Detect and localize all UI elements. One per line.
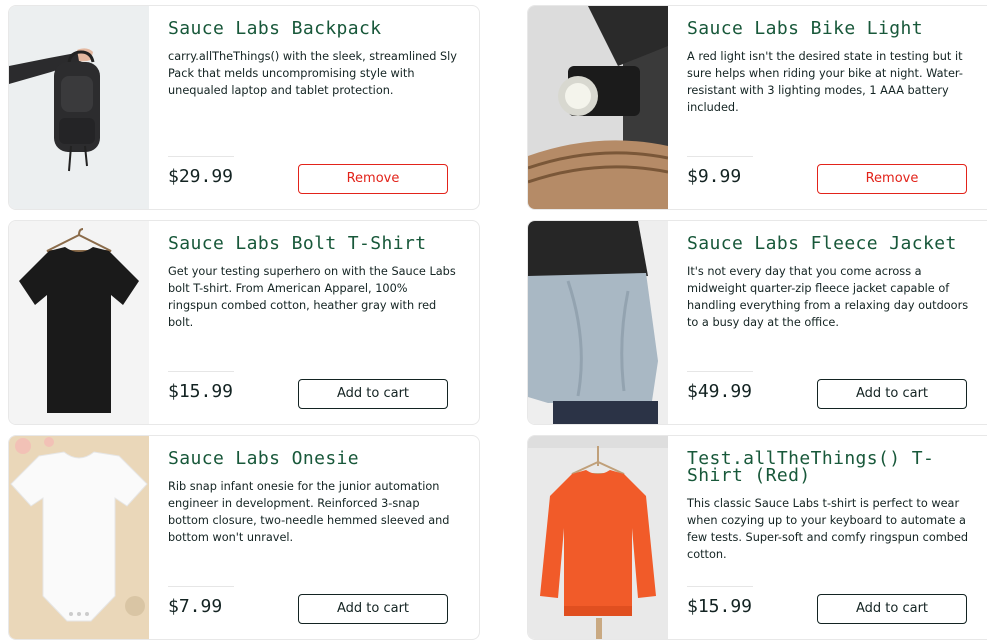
product-card-bike-light: Sauce Labs Bike Light A red light isn't … (527, 5, 987, 210)
product-image-link[interactable] (9, 6, 149, 209)
red-sweatshirt-image (528, 436, 668, 639)
product-image-link[interactable] (528, 6, 668, 209)
divider (168, 156, 234, 157)
fleece-jacket-image (528, 221, 668, 424)
backpack-image (9, 6, 149, 209)
product-description: It's not every day that you come across … (687, 265, 969, 329)
divider (168, 371, 234, 372)
add-to-cart-button[interactable]: Add to cart (817, 379, 967, 409)
remove-button[interactable]: Remove (817, 164, 967, 194)
product-description: carry.allTheThings() with the sleek, str… (168, 50, 457, 97)
product-title[interactable]: Test.allTheThings() T-Shirt (Red) (687, 450, 986, 485)
product-title[interactable]: Sauce Labs Onesie (168, 450, 467, 468)
product-card-backpack: Sauce Labs Backpack carry.allTheThings()… (8, 5, 480, 210)
product-price: $7.99 (168, 596, 223, 617)
product-image-link[interactable] (9, 221, 149, 424)
product-price: $49.99 (687, 381, 753, 402)
product-price: $9.99 (687, 166, 742, 187)
product-image-link[interactable] (9, 436, 149, 639)
product-title[interactable]: Sauce Labs Backpack (168, 20, 467, 38)
divider (687, 371, 753, 372)
product-description: A red light isn't the desired state in t… (687, 50, 963, 114)
add-to-cart-button[interactable]: Add to cart (298, 594, 448, 624)
divider (168, 586, 234, 587)
black-tshirt-image (9, 221, 149, 424)
product-description: Get your testing superhero on with the S… (168, 265, 456, 329)
divider (687, 156, 753, 157)
bike-light-image (528, 6, 668, 209)
product-card-fleece-jacket: Sauce Labs Fleece Jacket It's not every … (527, 220, 987, 425)
product-price: $15.99 (168, 381, 234, 402)
add-to-cart-button[interactable]: Add to cart (298, 379, 448, 409)
divider (687, 586, 753, 587)
product-title[interactable]: Sauce Labs Fleece Jacket (687, 235, 986, 253)
product-card-onesie: Sauce Labs Onesie Rib snap infant onesie… (8, 435, 480, 640)
add-to-cart-button[interactable]: Add to cart (817, 594, 967, 624)
product-image-link[interactable] (528, 221, 668, 424)
remove-button[interactable]: Remove (298, 164, 448, 194)
product-card-red-tshirt: Test.allTheThings() T-Shirt (Red) This c… (527, 435, 987, 640)
product-title[interactable]: Sauce Labs Bike Light (687, 20, 986, 38)
product-price: $15.99 (687, 596, 753, 617)
product-price: $29.99 (168, 166, 234, 187)
product-card-bolt-tshirt: Sauce Labs Bolt T-Shirt Get your testing… (8, 220, 480, 425)
product-title[interactable]: Sauce Labs Bolt T-Shirt (168, 235, 467, 253)
product-description: Rib snap infant onesie for the junior au… (168, 480, 450, 544)
onesie-image (9, 436, 149, 639)
product-image-link[interactable] (528, 436, 668, 639)
product-description: This classic Sauce Labs t-shirt is perfe… (687, 497, 969, 561)
